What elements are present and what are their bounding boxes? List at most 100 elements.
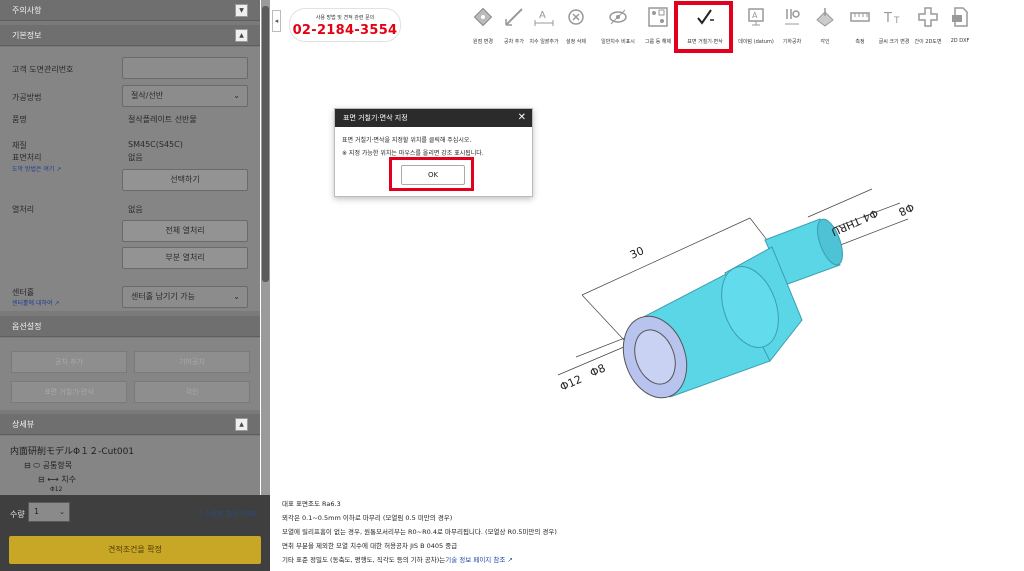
material-value: SM45C(S45C) bbox=[128, 140, 183, 149]
options-section-header[interactable]: 옵션설정 bbox=[0, 316, 260, 337]
tool-2d-view[interactable]: 간이 2D도면 bbox=[914, 6, 942, 45]
tool-label: 그룹 등 해제 bbox=[644, 39, 672, 45]
collapse-icon[interactable]: ▲ bbox=[235, 418, 248, 431]
notice-section-header[interactable]: 주의사항 ▼ bbox=[0, 0, 260, 21]
confirm-quote-button[interactable]: 견적조건을 확정 bbox=[9, 536, 261, 564]
geometric-tolerance-button[interactable]: 기하공차 bbox=[134, 351, 250, 373]
full-heat-button[interactable]: 전체 열처리 bbox=[122, 220, 248, 242]
tool-add-tolerance[interactable]: 공차 추가 bbox=[500, 6, 528, 45]
tree-dimension[interactable]: ⊟ ⟷ 치수 bbox=[38, 474, 76, 485]
engrave-button[interactable]: 각인 bbox=[134, 381, 250, 403]
select-button[interactable]: 선택하기 bbox=[122, 169, 248, 191]
center-hole-select[interactable]: 센터홀 남기기 가능 ⌄ bbox=[122, 286, 248, 308]
dialog-message: 표면 거칠기·면삭을 지정할 위치를 클릭해 주십시오. bbox=[342, 137, 472, 144]
surface-roughness-button[interactable]: 표면 거칠기·면삭 bbox=[11, 381, 127, 403]
tool-datum[interactable]: A 데이텀 (datum) bbox=[738, 6, 774, 45]
processing-value: 절삭/선반 bbox=[131, 91, 164, 100]
add-tolerance-button[interactable]: 공차 추가 bbox=[11, 351, 127, 373]
collapse-icon[interactable]: ▲ bbox=[235, 29, 248, 42]
tree-dimension-label: 치수 bbox=[61, 475, 76, 484]
basic-info-section-header[interactable]: 기본정보 ▲ bbox=[0, 25, 260, 46]
options-header-label: 옵션설정 bbox=[12, 322, 42, 331]
external-link-icon: ↗ bbox=[507, 556, 513, 564]
tool-2d-dxf[interactable]: 2D DXF bbox=[946, 6, 974, 44]
surface-link-text: 도막 방법은 여기 bbox=[12, 166, 55, 173]
surface-link[interactable]: 도막 방법은 여기 ↗ bbox=[12, 164, 61, 173]
tree-root[interactable]: 内面研削モデルΦ１２-Cut001 bbox=[10, 444, 134, 457]
qty-discount-link[interactable]: ? 수량별 할인가격표 bbox=[198, 509, 258, 519]
tool-label: 데이텀 (datum) bbox=[738, 39, 774, 45]
note-text: 기타 표준 정밀도 (동축도, 평행도, 직각도 등의 기하 공차)는 bbox=[282, 556, 446, 564]
processing-label: 가공방법 bbox=[12, 93, 42, 102]
dim-outer[interactable]: Φ12 bbox=[558, 373, 584, 394]
clear-setting-icon bbox=[568, 9, 584, 25]
left-panel: 주의사항 ▼ 기본정보 ▲ 고객 도면관리번호 가공방법 절삭/선반 ⌄ 품명 … bbox=[0, 0, 260, 571]
partial-heat-button[interactable]: 부분 열처리 bbox=[122, 247, 248, 269]
center-hole-link[interactable]: 센터홀에 대하여 ↗ bbox=[12, 298, 60, 307]
qty-select[interactable]: 1 ⌄ bbox=[28, 502, 70, 522]
dim-inner[interactable]: Φ8 bbox=[588, 361, 608, 379]
tool-font-size[interactable]: TT 글씨 크기 변경 bbox=[879, 6, 910, 45]
cylinder-model[interactable] bbox=[612, 216, 847, 407]
bottom-bar: 수량 1 ⌄ ? 수량별 할인가격표 견적조건을 확정 bbox=[0, 495, 270, 571]
spec-notes: 대표 표면조도 Ra6.3 뫼각은 0.1~0.5mm 이하로 마무리 (모열림… bbox=[282, 497, 702, 567]
surface-label: 표면처리 bbox=[12, 153, 42, 162]
tool-label: 측정 bbox=[855, 39, 865, 45]
tech-info-link[interactable]: 기술 정보 페이지 참조 ↗ bbox=[445, 556, 513, 564]
datum-icon: A bbox=[748, 8, 764, 26]
phone-number[interactable]: 02-2184-3554 bbox=[290, 23, 400, 38]
customer-drawing-input[interactable] bbox=[122, 57, 248, 79]
tree-common[interactable]: ⊟ ⬭ 공통항목 bbox=[24, 460, 72, 471]
tool-label: 각인 bbox=[820, 39, 830, 45]
tree-dim-item[interactable]: Φ12 bbox=[50, 486, 62, 493]
expand-icon[interactable]: ▼ bbox=[235, 4, 248, 17]
phone-caption: 사용 방법 및 견적 관련 문의 bbox=[315, 15, 375, 21]
chevron-down-icon: ⌄ bbox=[233, 292, 240, 301]
engrave-icon bbox=[816, 8, 834, 27]
chevron-left-icon: ◂ bbox=[274, 17, 279, 25]
product-label: 품명 bbox=[12, 115, 27, 124]
tool-label: 일반치수 비표시 bbox=[601, 39, 635, 45]
tree-common-label: 공통항목 bbox=[42, 461, 73, 470]
collapse-panel-button[interactable]: ◂ bbox=[272, 10, 281, 32]
qty-label: 수량 bbox=[10, 510, 25, 519]
tool-origin-change[interactable]: 원점 변경 bbox=[469, 6, 497, 45]
qty-value: 1 bbox=[34, 507, 40, 516]
dimension-blank-icon: A bbox=[534, 10, 554, 26]
tool-measure[interactable]: 측정 bbox=[846, 6, 874, 45]
external-link-icon: ↗ bbox=[54, 300, 60, 307]
edit-original-icon bbox=[473, 7, 493, 27]
detail-view-section-header[interactable]: 상세뷰 ▲ bbox=[0, 414, 260, 435]
detail-tree: 内面研削モデルΦ１２-Cut001 ⊟ ⬭ 공통항목 ⊟ ⟷ 치수 Φ12 bbox=[0, 436, 260, 496]
basic-info-body: 고객 도면관리번호 가공방법 절삭/선반 ⌄ 품명 절삭플레이트 선반물 재질 … bbox=[0, 47, 260, 311]
close-icon[interactable]: ✕ bbox=[518, 112, 526, 123]
heat-label: 열처리 bbox=[12, 205, 35, 214]
tool-hide-dimension[interactable]: 일반치수 비표시 bbox=[601, 6, 635, 45]
tool-geometric-tolerance[interactable]: 기하공차 bbox=[778, 6, 806, 45]
tool-label: 원점 변경 bbox=[473, 39, 493, 45]
dialog-note: ※ 지정 가능한 위치는 마우스를 올리면 강조 표시됩니다. bbox=[342, 150, 484, 157]
dimension-icon: ⟷ bbox=[47, 475, 59, 484]
tree-dim-item-label: Φ12 bbox=[50, 486, 63, 493]
tool-clear-setting[interactable]: 설정 삭제 bbox=[562, 6, 590, 45]
surface-roughness-highlight bbox=[674, 1, 733, 53]
dim-thru[interactable]: Φ4 THRU bbox=[829, 206, 880, 238]
measure-icon bbox=[850, 12, 870, 22]
note-line: 면취 부분을 제외한 모열 치수에 대한 허용공차 JIS B 0405 중급 bbox=[282, 542, 458, 550]
ok-highlight bbox=[389, 157, 474, 191]
phone-contact: 사용 방법 및 견적 관련 문의 02-2184-3554 bbox=[289, 8, 401, 42]
tool-engrave[interactable]: 각인 bbox=[811, 6, 839, 45]
tool-group-release[interactable]: 그룹 등 해제 bbox=[644, 6, 672, 45]
note-line: 기타 표준 정밀도 (동축도, 평행도, 직각도 등의 기하 공차)는기술 정보… bbox=[282, 553, 702, 567]
scrollbar-thumb[interactable] bbox=[262, 6, 269, 282]
dialog-title: 표면 거칠기·면삭 지정 bbox=[343, 114, 408, 122]
dim-length[interactable]: 30 bbox=[628, 244, 646, 262]
tool-label: 글씨 크기 변경 bbox=[878, 39, 910, 45]
left-panel-scrollbar[interactable] bbox=[261, 0, 270, 571]
tool-dimension-bulk[interactable]: A 치수 일괄추가 bbox=[529, 6, 558, 45]
center-hole-value: 센터홀 남기기 가능 bbox=[131, 292, 195, 301]
tool-label: 간이 2D도면 bbox=[914, 39, 942, 45]
center-hole-label: 센터홀 bbox=[12, 288, 35, 297]
model-viewer[interactable]: 30 Φ12 Φ8 Φ4 THRU Φ8 bbox=[540, 185, 940, 425]
processing-select[interactable]: 절삭/선반 ⌄ bbox=[122, 85, 248, 107]
